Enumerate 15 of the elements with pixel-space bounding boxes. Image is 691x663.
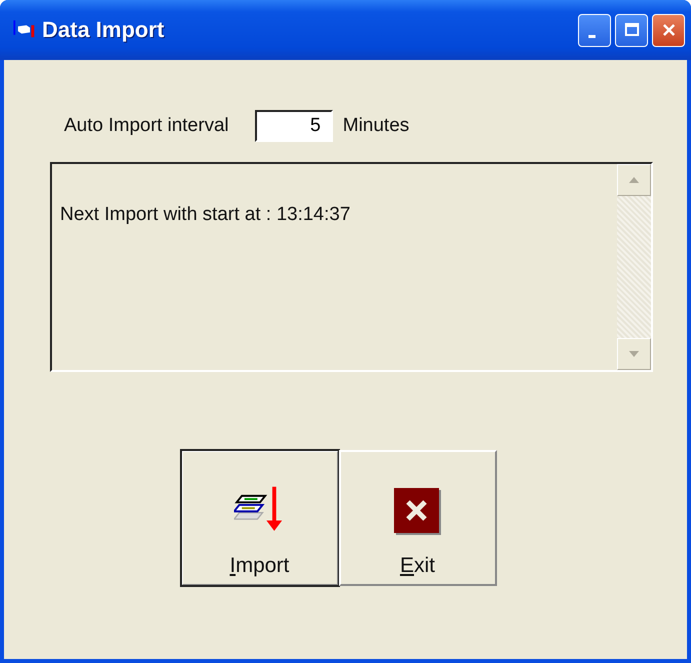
- unit-label: Minutes: [342, 115, 410, 137]
- exit-button[interactable]: Exit: [338, 450, 496, 586]
- close-button[interactable]: [652, 14, 685, 46]
- import-button[interactable]: Import: [180, 450, 338, 586]
- up-arrow-icon: [629, 177, 639, 183]
- interval-field[interactable]: 5: [254, 110, 333, 142]
- log-line: Next Import with start at : 13:14:37: [60, 204, 352, 226]
- minimize-icon: [588, 34, 596, 38]
- minimize-button[interactable]: [578, 14, 611, 46]
- window-title: Data Import: [42, 17, 166, 43]
- app-icon: [12, 20, 36, 40]
- down-arrow-icon: [629, 351, 639, 357]
- maximize-button[interactable]: [615, 14, 648, 46]
- close-icon: [394, 488, 442, 536]
- interval-label: Auto Import interval: [64, 115, 229, 137]
